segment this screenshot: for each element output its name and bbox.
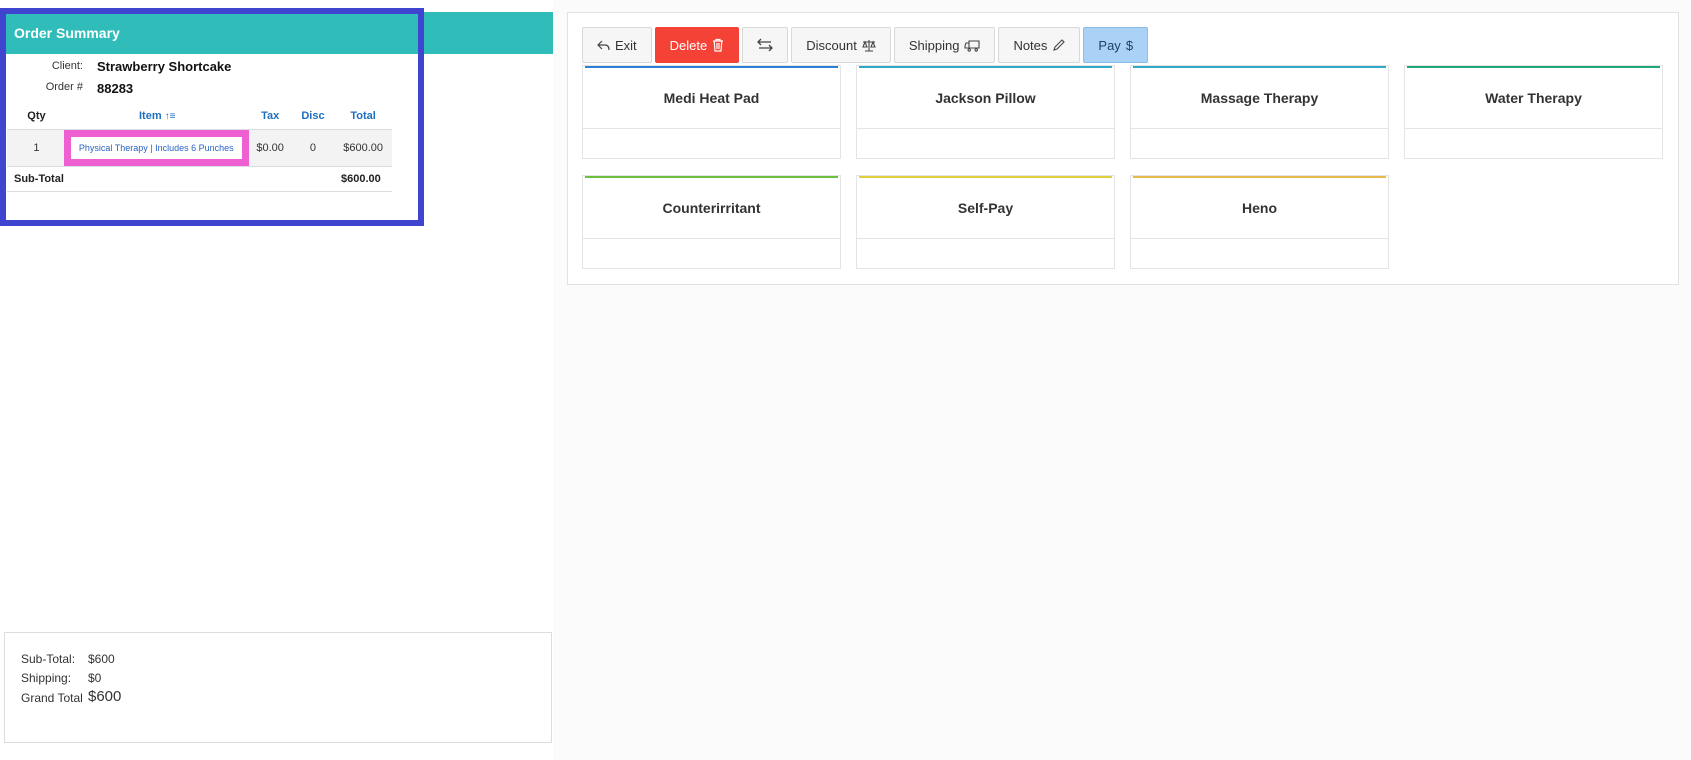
order-number-label: Order # bbox=[45, 81, 83, 93]
swap-button[interactable] bbox=[742, 27, 789, 63]
product-tile[interactable]: Heno bbox=[1130, 175, 1389, 269]
totals-grand: Grand Total $600 bbox=[21, 688, 121, 705]
truck-icon bbox=[964, 39, 980, 52]
order-panel: Order Summary Client: Strawberry Shortca… bbox=[0, 0, 553, 760]
item-link[interactable]: Physical Therapy | Includes 6 Punches bbox=[63, 129, 249, 166]
order-number: 88283 bbox=[97, 81, 134, 96]
pencil-icon bbox=[1052, 38, 1066, 52]
scale-icon bbox=[862, 39, 876, 52]
exit-label: Exit bbox=[615, 37, 637, 53]
column-item-label: Item bbox=[138, 109, 162, 122]
order-summary-title: Order Summary bbox=[6, 12, 553, 54]
tile-footer bbox=[857, 128, 1114, 158]
product-name: Medi Heat Pad bbox=[663, 90, 760, 106]
product-name: Jackson Pillow bbox=[935, 90, 1036, 106]
column-total: Total bbox=[350, 109, 376, 122]
tile-footer bbox=[1131, 238, 1388, 268]
product-tile[interactable]: Counterirritant bbox=[582, 175, 841, 269]
product-name: Heno bbox=[1242, 200, 1277, 216]
subtotal-row: Sub-Total $600.00 bbox=[7, 166, 392, 192]
product-tile[interactable]: Self-Pay bbox=[856, 175, 1115, 269]
totals-subtotal-label: Sub-Total: bbox=[21, 652, 76, 666]
product-tile[interactable]: Massage Therapy bbox=[1130, 65, 1389, 159]
tile-footer bbox=[1405, 128, 1662, 158]
product-tile[interactable]: Water Therapy bbox=[1404, 65, 1663, 159]
notes-label: Notes bbox=[1013, 37, 1048, 53]
subtotal-value: $600.00 bbox=[341, 173, 381, 185]
column-item[interactable]: Item ↑≡ bbox=[66, 103, 249, 129]
product-name: Water Therapy bbox=[1485, 90, 1582, 106]
reply-icon bbox=[597, 40, 610, 51]
swap-arrows-icon bbox=[757, 38, 774, 52]
totals-subtotal: Sub-Total: $600 bbox=[21, 652, 115, 666]
subtotal-label: Sub-Total bbox=[14, 173, 64, 185]
product-name: Counterirritant bbox=[662, 200, 761, 216]
item-qty: 1 bbox=[7, 128, 66, 167]
product-name: Self-Pay bbox=[957, 200, 1014, 216]
delete-button[interactable]: Delete bbox=[654, 27, 740, 63]
tile-footer bbox=[1131, 128, 1388, 158]
notes-button[interactable]: Notes bbox=[998, 27, 1081, 63]
client-name: Strawberry Shortcake bbox=[97, 59, 232, 74]
product-name: Massage Therapy bbox=[1200, 90, 1319, 106]
discount-button[interactable]: Discount bbox=[791, 27, 891, 63]
pay-label: Pay bbox=[1098, 37, 1121, 53]
totals-shipping: Shipping: $0 bbox=[21, 671, 101, 685]
tile-footer bbox=[857, 238, 1114, 268]
table-row[interactable]: 1 Physical Therapy | Includes 6 Punches … bbox=[7, 128, 392, 167]
item-disc: 0 bbox=[291, 128, 335, 167]
exit-button[interactable]: Exit bbox=[582, 27, 652, 63]
product-tile[interactable]: Medi Heat Pad bbox=[582, 65, 841, 159]
totals-grand-label: Grand Total bbox=[21, 691, 83, 705]
delete-label: Delete bbox=[669, 37, 708, 53]
shipping-button[interactable]: Shipping bbox=[893, 27, 996, 63]
totals-subtotal-value: $600 bbox=[88, 652, 115, 666]
item-tax: $0.00 bbox=[248, 128, 292, 167]
shipping-label: Shipping bbox=[908, 37, 960, 53]
column-qty: Qty bbox=[27, 109, 46, 122]
order-items-table: Qty Item ↑≡ Tax Disc Total 1 Physical Th… bbox=[7, 103, 392, 167]
totals-grand-value: $600 bbox=[88, 688, 122, 705]
client-label: Client: bbox=[51, 60, 83, 72]
sort-ascending-icon[interactable]: ↑≡ bbox=[165, 111, 176, 122]
totals-box: Sub-Total: $600 Shipping: $0 Grand Total… bbox=[4, 632, 552, 743]
totals-shipping-value: $0 bbox=[88, 671, 102, 685]
dollar-icon: $ bbox=[1125, 37, 1134, 53]
item-total: $600.00 bbox=[334, 128, 392, 167]
trash-icon bbox=[712, 38, 724, 52]
discount-label: Discount bbox=[806, 37, 857, 53]
table-header: Qty Item ↑≡ Tax Disc Total bbox=[7, 103, 392, 129]
item-cell: Physical Therapy | Includes 6 Punches bbox=[63, 128, 249, 167]
product-tile[interactable]: Jackson Pillow bbox=[856, 65, 1115, 159]
column-tax: Tax bbox=[261, 109, 280, 122]
tile-footer bbox=[583, 238, 840, 268]
pay-button[interactable]: Pay $ bbox=[1083, 27, 1149, 63]
column-disc: Disc bbox=[301, 109, 325, 122]
toolbar: Exit Delete Discount Shipping Notes Pay … bbox=[582, 27, 1149, 63]
tile-footer bbox=[583, 128, 840, 158]
totals-shipping-label: Shipping: bbox=[21, 671, 72, 685]
